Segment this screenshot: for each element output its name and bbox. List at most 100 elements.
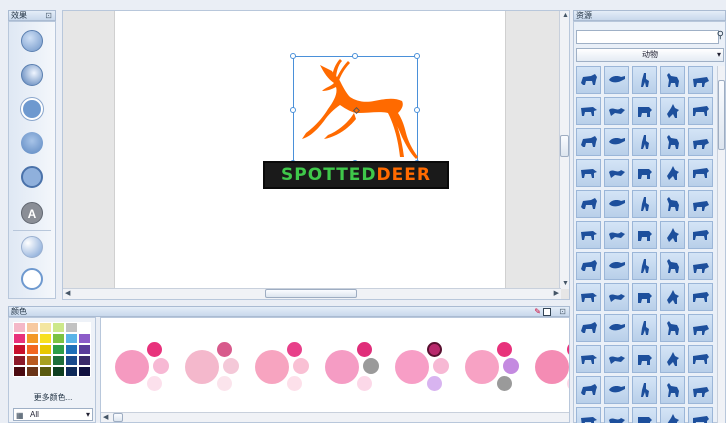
animal-shape-item[interactable] [660, 252, 685, 280]
animal-shape-item[interactable] [604, 128, 629, 156]
animal-shape-item[interactable] [688, 159, 713, 187]
color-palette[interactable] [463, 338, 523, 394]
effect-gradient-button[interactable] [21, 30, 43, 52]
animal-shape-item[interactable] [604, 376, 629, 404]
animal-shape-item[interactable] [660, 190, 685, 218]
animal-shape-item[interactable] [688, 376, 713, 404]
effect-stroke-button[interactable] [21, 166, 43, 188]
animal-shape-item[interactable] [576, 376, 601, 404]
resize-handle[interactable] [290, 107, 296, 113]
animal-shape-item[interactable] [604, 190, 629, 218]
animal-shape-item[interactable] [688, 314, 713, 342]
animal-shape-item[interactable] [632, 376, 657, 404]
animal-shape-item[interactable] [576, 66, 601, 94]
effect-text-button[interactable]: A [21, 202, 43, 224]
animal-shape-item[interactable] [660, 283, 685, 311]
resize-handle[interactable] [414, 107, 420, 113]
animal-shape-item[interactable] [576, 252, 601, 280]
color-swatch[interactable] [65, 322, 78, 333]
color-swatch[interactable] [52, 344, 65, 355]
animal-shape-item[interactable] [688, 190, 713, 218]
animal-shape-item[interactable] [604, 407, 629, 423]
animal-shape-item[interactable] [576, 128, 601, 156]
animal-shape-item[interactable] [604, 345, 629, 373]
animal-shape-item[interactable] [632, 407, 657, 423]
animal-shape-item[interactable] [688, 407, 713, 423]
color-swatch[interactable] [26, 366, 39, 377]
scroll-thumb[interactable] [560, 135, 569, 157]
color-swatch[interactable] [13, 333, 26, 344]
animal-shape-item[interactable] [576, 97, 601, 125]
animal-shape-item[interactable] [632, 128, 657, 156]
color-swatch[interactable] [52, 322, 65, 333]
color-swatch[interactable] [26, 355, 39, 366]
scroll-up-icon[interactable]: ▲ [562, 11, 569, 21]
animal-shape-item[interactable] [604, 221, 629, 249]
animal-shape-item[interactable] [688, 252, 713, 280]
color-swatch[interactable] [13, 366, 26, 377]
animal-shape-item[interactable] [660, 407, 685, 423]
color-swatch[interactable] [52, 366, 65, 377]
color-palette[interactable] [183, 338, 243, 394]
animal-shape-item[interactable] [688, 128, 713, 156]
color-swatch[interactable] [52, 333, 65, 344]
animal-shape-item[interactable] [660, 66, 685, 94]
resize-handle[interactable] [352, 53, 358, 59]
animal-shape-item[interactable] [632, 345, 657, 373]
color-palette[interactable] [323, 338, 383, 394]
animal-shape-item[interactable] [660, 376, 685, 404]
animal-shape-item[interactable] [632, 190, 657, 218]
animal-shape-item[interactable] [688, 345, 713, 373]
animal-shape-item[interactable] [660, 97, 685, 125]
effect-shadow-button[interactable] [21, 132, 43, 154]
canvas-horizontal-scrollbar[interactable]: ◀ ▶ [63, 288, 561, 299]
color-swatch[interactable] [78, 355, 91, 366]
animal-shape-item[interactable] [576, 159, 601, 187]
animal-shape-item[interactable] [604, 283, 629, 311]
animal-shape-item[interactable] [604, 66, 629, 94]
color-swatch[interactable] [26, 322, 39, 333]
effect-ring-button[interactable] [21, 268, 43, 290]
canvas-page[interactable]: SPOTTED DEER [114, 11, 506, 289]
animal-shape-item[interactable] [632, 66, 657, 94]
color-swatch[interactable] [13, 344, 26, 355]
palettes-scrollbar[interactable]: ◀ [101, 412, 569, 422]
scroll-thumb[interactable] [265, 289, 357, 298]
animal-shape-item[interactable] [688, 283, 713, 311]
animal-shape-item[interactable] [688, 66, 713, 94]
color-swatch[interactable] [65, 366, 78, 377]
color-palette[interactable] [113, 338, 173, 394]
color-swatch[interactable] [65, 344, 78, 355]
animal-shape-item[interactable] [632, 252, 657, 280]
resources-scrollbar[interactable] [717, 66, 725, 423]
animal-shape-item[interactable] [660, 128, 685, 156]
effect-gloss-button[interactable] [21, 236, 43, 258]
animal-shape-item[interactable] [632, 314, 657, 342]
color-swatch[interactable] [52, 355, 65, 366]
effect-outline-button[interactable] [21, 98, 43, 120]
color-palette[interactable] [253, 338, 313, 394]
animal-shape-item[interactable] [632, 97, 657, 125]
animal-shape-item[interactable] [576, 190, 601, 218]
animal-shape-item[interactable] [576, 283, 601, 311]
color-swatch[interactable] [39, 344, 52, 355]
animal-shape-item[interactable] [632, 221, 657, 249]
search-icon[interactable]: ⚲ [717, 30, 724, 41]
canvas-vertical-scrollbar[interactable]: ▲ ▼ [559, 11, 569, 289]
scroll-down-icon[interactable]: ▼ [562, 279, 569, 289]
animal-shape-item[interactable] [660, 314, 685, 342]
resource-search-input[interactable]: ⚲ [576, 30, 724, 44]
color-swatch[interactable] [13, 355, 26, 366]
animal-shape-item[interactable] [688, 97, 713, 125]
resize-handle[interactable] [414, 53, 420, 59]
scroll-right-icon[interactable]: ▶ [554, 289, 559, 299]
color-swatch[interactable] [78, 344, 91, 355]
animal-shape-item[interactable] [632, 283, 657, 311]
color-swatch[interactable] [39, 333, 52, 344]
color-swatch[interactable] [39, 355, 52, 366]
pin-icon[interactable]: ⊡ [45, 11, 52, 20]
scroll-left-icon[interactable]: ◀ [103, 413, 108, 422]
animal-shape-item[interactable] [576, 345, 601, 373]
animal-shape-item[interactable] [604, 97, 629, 125]
animal-shape-item[interactable] [576, 407, 601, 423]
